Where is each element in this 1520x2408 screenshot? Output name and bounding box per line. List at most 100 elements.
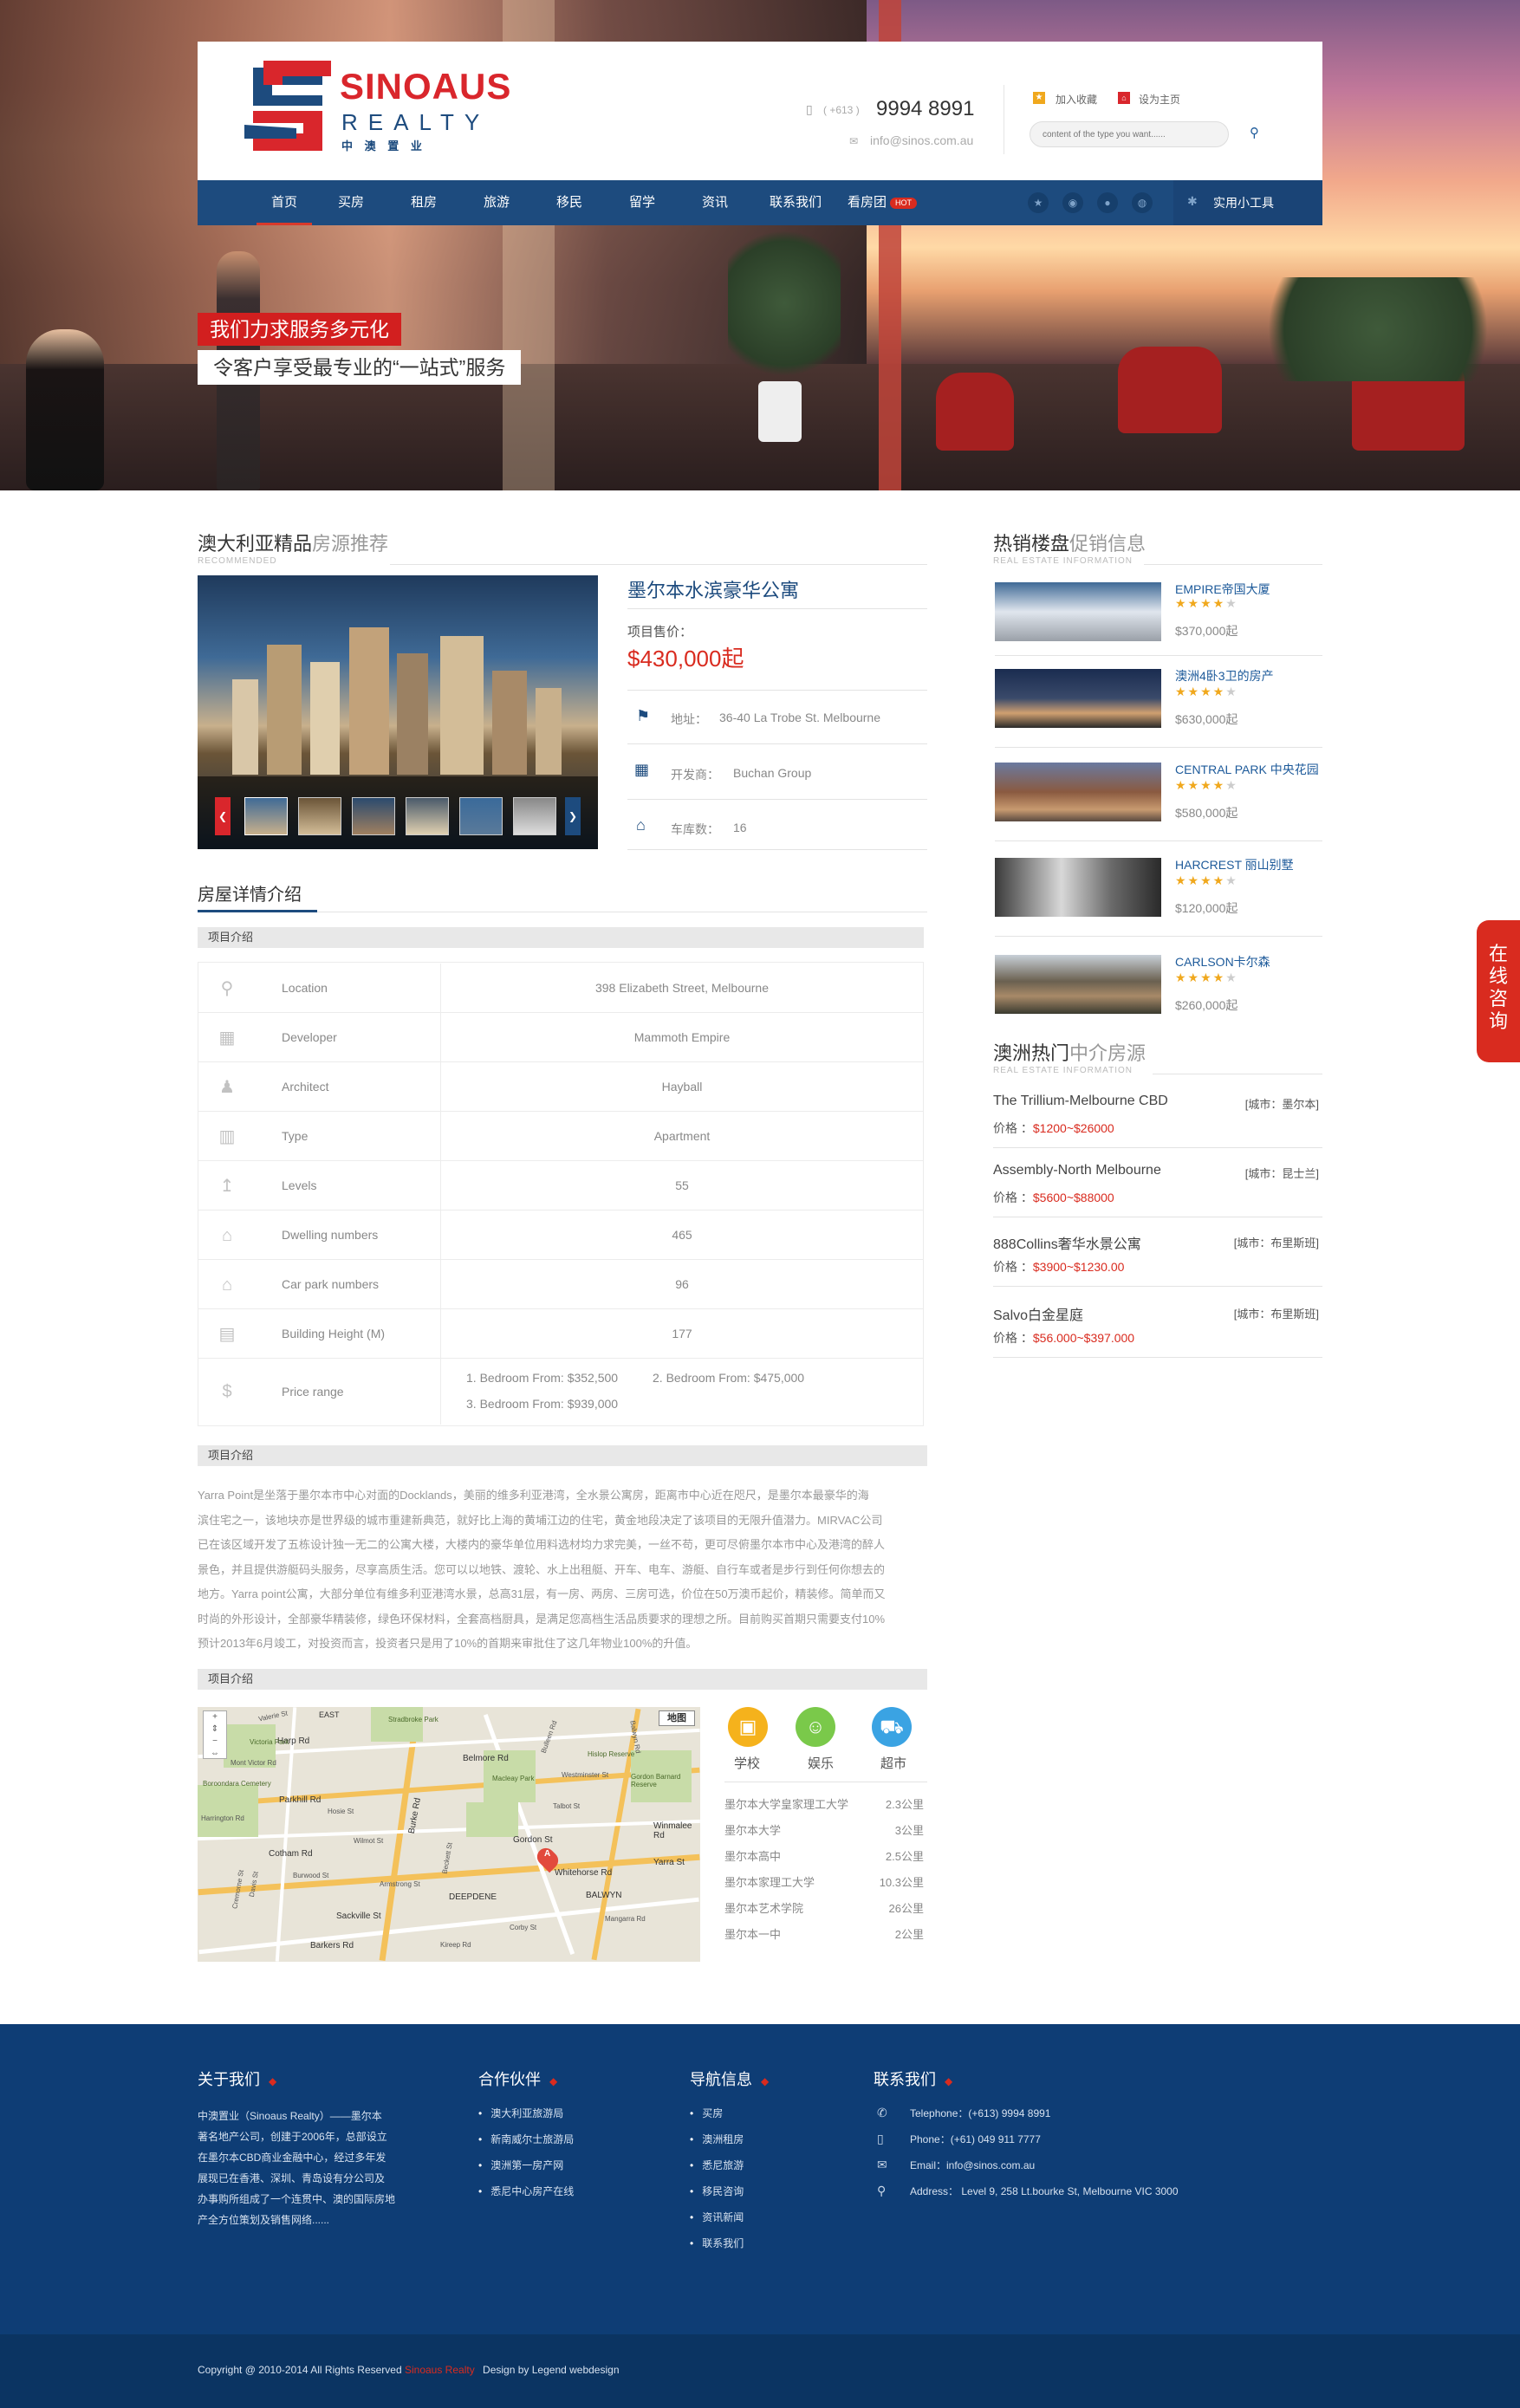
agency-name[interactable]: Assembly-North Melbourne bbox=[993, 1163, 1161, 1178]
property-name[interactable]: HARCREST 丽山别墅 bbox=[1175, 856, 1294, 873]
nav-item-news[interactable]: 资讯 bbox=[688, 180, 742, 225]
phone-number[interactable]: 9994 8991 bbox=[876, 97, 974, 121]
nav-item-buy[interactable]: 买房 bbox=[324, 180, 378, 225]
footer-link[interactable]: 联系我们 bbox=[690, 2230, 744, 2256]
property-stars: ★★★★★ bbox=[1175, 685, 1238, 698]
star-icon: ★ bbox=[1033, 92, 1045, 104]
row-value: 465 bbox=[672, 1228, 692, 1242]
qq-icon[interactable]: ● bbox=[1097, 192, 1118, 213]
nav-item-rent[interactable]: 租房 bbox=[397, 180, 451, 225]
school-icon[interactable]: ▣ bbox=[728, 1707, 768, 1747]
thumbnail[interactable] bbox=[298, 797, 341, 835]
property-image[interactable] bbox=[995, 955, 1161, 1014]
featured-address-label: 地址： bbox=[671, 712, 707, 726]
footer-link[interactable]: 澳洲第一房产网 bbox=[478, 2152, 574, 2178]
nav-item-immigration[interactable]: 移民 bbox=[542, 180, 596, 225]
thumb-next-button[interactable]: ❯ bbox=[565, 797, 581, 835]
footer-link[interactable]: 悉尼中心房产在线 bbox=[478, 2178, 574, 2204]
search-icon[interactable]: ⚲ bbox=[1250, 125, 1259, 140]
list-item[interactable]: 墨尔本一中 2公里 bbox=[724, 1922, 927, 1948]
list-item[interactable]: 墨尔本高中 2.5公里 bbox=[724, 1844, 927, 1870]
agency-price-value: $3900~$1230.00 bbox=[1032, 1260, 1125, 1274]
property-name[interactable]: CARLSON卡尔森 bbox=[1175, 953, 1270, 970]
thumbnail[interactable] bbox=[352, 797, 395, 835]
copyright-brand[interactable]: Sinoaus Realty bbox=[405, 2364, 475, 2376]
map-label: Macleay Park bbox=[492, 1775, 535, 1782]
star-circle-icon[interactable]: ★ bbox=[1028, 192, 1049, 213]
logo-mark-icon[interactable] bbox=[244, 61, 331, 154]
category-school[interactable]: 学校 bbox=[734, 1754, 760, 1772]
hero-chair bbox=[936, 373, 1014, 451]
agency-name[interactable]: Salvo白金星庭 bbox=[993, 1303, 1083, 1324]
list-item[interactable]: 墨尔本大学 3公里 bbox=[724, 1818, 927, 1844]
search-input[interactable] bbox=[1030, 121, 1229, 147]
footer-link[interactable]: 买房 bbox=[690, 2100, 744, 2126]
nearby-list: 墨尔本大学皇家理工大学 2.3公里 墨尔本大学 3公里 墨尔本高中 2.5公里 墨尔本… bbox=[724, 1792, 927, 1948]
nav-item-travel[interactable]: 旅游 bbox=[470, 180, 523, 225]
property-image[interactable] bbox=[995, 763, 1161, 821]
map-label: Harrington Rd bbox=[201, 1814, 244, 1822]
agency-name[interactable]: 888Collins奢华水景公寓 bbox=[993, 1232, 1141, 1253]
category-supermarket[interactable]: 超市 bbox=[880, 1754, 906, 1772]
footer-link[interactable]: 移民咨询 bbox=[690, 2178, 744, 2204]
featured-rule-5 bbox=[627, 849, 927, 850]
weibo-icon[interactable]: ◉ bbox=[1062, 192, 1083, 213]
map-zoom-controls[interactable]: + ⇕ − ⇔ bbox=[203, 1710, 227, 1759]
map-label: Talbot St bbox=[553, 1802, 581, 1810]
featured-image[interactable]: ❮ ❯ bbox=[198, 575, 598, 849]
entertainment-icon[interactable]: ☺ bbox=[796, 1707, 835, 1747]
hero-pot bbox=[758, 381, 802, 442]
property-price: $260,000起 bbox=[1175, 998, 1238, 1012]
map-label: Beckett St bbox=[440, 1841, 454, 1875]
nav-item-tour[interactable]: 看房团 HOT bbox=[848, 180, 943, 225]
agency-price-label: 价格 ： bbox=[993, 1331, 1033, 1345]
place-name: 墨尔本艺术学院 bbox=[724, 1902, 804, 1915]
nav-item-study[interactable]: 留学 bbox=[615, 180, 669, 225]
table-row: ⌂ Car park numbers 96 bbox=[198, 1260, 923, 1309]
property-price: $630,000起 bbox=[1175, 712, 1238, 726]
nav-item-contact[interactable]: 联系我们 bbox=[761, 180, 830, 225]
property-name[interactable]: 澳洲4卧3卫的房产 bbox=[1175, 667, 1274, 685]
footer-link[interactable]: 澳洲租房 bbox=[690, 2126, 744, 2152]
footer-link[interactable]: 资讯新闻 bbox=[690, 2204, 744, 2230]
agency-divider bbox=[993, 1286, 1322, 1287]
map-view[interactable]: + ⇕ − ⇔ 地图 A Harp Rd Belmore Rd Parkhill Rd… bbox=[198, 1707, 700, 1962]
property-image[interactable] bbox=[995, 669, 1161, 728]
online-consult-tab[interactable]: 在 线 咨 询 bbox=[1477, 920, 1520, 1062]
wechat-icon[interactable]: ◍ bbox=[1132, 192, 1153, 213]
set-homepage-link[interactable]: 设为主页 bbox=[1139, 92, 1180, 107]
nav-item-home[interactable]: 首页 bbox=[257, 180, 312, 225]
featured-subtitle: RECOMMENDED bbox=[198, 556, 277, 566]
list-item[interactable]: 墨尔本大学皇家理工大学 2.3公里 bbox=[724, 1792, 927, 1818]
featured-name[interactable]: 墨尔本水滨豪华公寓 bbox=[627, 575, 799, 603]
thumbnail[interactable] bbox=[406, 797, 449, 835]
supermarket-icon[interactable]: ⛟ bbox=[872, 1707, 912, 1747]
footer-email-text[interactable]: Email：info@sinos.com.au bbox=[910, 2159, 1035, 2171]
thumbnail[interactable] bbox=[513, 797, 556, 835]
add-favorite-link[interactable]: 加入收藏 bbox=[1056, 92, 1097, 107]
thumb-prev-button[interactable]: ❮ bbox=[215, 797, 231, 835]
property-image[interactable] bbox=[995, 858, 1161, 917]
agency-name[interactable]: The Trillium-Melbourne CBD bbox=[993, 1094, 1168, 1109]
place-distance: 2公里 bbox=[894, 1928, 924, 1941]
map-label: Parkhill Rd bbox=[279, 1795, 322, 1805]
footer-link[interactable]: 新南威尔士旅游局 bbox=[478, 2126, 574, 2152]
thumbnail[interactable] bbox=[244, 797, 288, 835]
thumbnail[interactable] bbox=[459, 797, 503, 835]
map-type-button[interactable]: 地图 bbox=[659, 1710, 695, 1726]
map-label: Mangarra Rd bbox=[605, 1915, 646, 1923]
property-name[interactable]: CENTRAL PARK 中央花园 bbox=[1175, 761, 1319, 778]
phone-prefix: ( +613 ) bbox=[823, 104, 860, 116]
category-entertainment[interactable]: 娱乐 bbox=[808, 1754, 834, 1772]
property-image[interactable] bbox=[995, 582, 1161, 641]
footer-link[interactable]: 悉尼旅游 bbox=[690, 2152, 744, 2178]
property-name[interactable]: EMPIRE帝国大厦 bbox=[1175, 581, 1270, 598]
tools-button[interactable]: ✱ 实用小工具 bbox=[1173, 180, 1322, 225]
footer-contact-title: 联系我们 ◆ bbox=[874, 2071, 953, 2088]
table-row: ⚲ Location 398 Elizabeth Street, Melbourne bbox=[198, 964, 923, 1013]
property-divider bbox=[995, 655, 1322, 656]
list-item[interactable]: 墨尔本艺术学院 26公里 bbox=[724, 1896, 927, 1922]
footer-link[interactable]: 澳大利亚旅游局 bbox=[478, 2100, 574, 2126]
list-item[interactable]: 墨尔本家理工大学 10.3公里 bbox=[724, 1870, 927, 1896]
header-email[interactable]: info@sinos.com.au bbox=[870, 133, 973, 147]
